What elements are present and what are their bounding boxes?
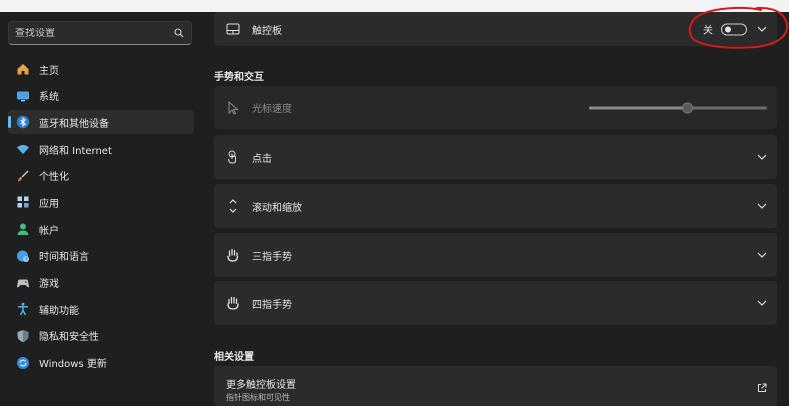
four-finger-icon	[226, 296, 240, 310]
sidebar-item-network[interactable]: 网络和 Internet	[8, 137, 194, 161]
cursor-speed-slider[interactable]	[589, 102, 767, 113]
sidebar-item-label: 隐私和安全性	[39, 332, 99, 344]
scroll-zoom-label: 滚动和缩放	[252, 202, 302, 214]
nav-list: 主页 系统 蓝牙和其他设备 网络和 Internet 个性化 应用 帐户 时间和…	[8, 57, 194, 377]
sidebar-item-label: 辅助功能	[39, 305, 79, 317]
touchpad-toggle-group: 关	[703, 22, 747, 37]
sync-icon	[16, 356, 30, 370]
tap-card[interactable]: 点击	[214, 135, 777, 179]
home-icon	[16, 62, 30, 76]
sidebar-item-label: Windows 更新	[39, 359, 107, 371]
gamepad-icon	[16, 276, 30, 290]
cursor-speed-label: 光标速度	[252, 104, 292, 115]
sidebar-item-bluetooth[interactable]: 蓝牙和其他设备	[8, 110, 194, 135]
chevron-down-icon[interactable]	[757, 201, 767, 211]
section-title-gestures: 手势和交互	[214, 72, 264, 83]
main-content: 触控板 关 手势和交互 光标速度 点击 滚动和缩放 三指手势 四指手势 相关设置…	[202, 12, 789, 406]
sidebar-item-windows-update[interactable]: Windows 更新	[8, 351, 194, 375]
related-text: 更多触控板设置 指针图标和可见性	[226, 376, 296, 403]
toggle-state-label: 关	[703, 25, 713, 37]
three-finger-label: 三指手势	[252, 251, 292, 263]
section-title-related: 相关设置	[214, 352, 254, 363]
brush-icon	[16, 169, 30, 183]
sidebar-item-system[interactable]: 系统	[8, 84, 194, 108]
shield-icon	[16, 329, 30, 343]
related-title: 更多触控板设置	[226, 380, 296, 391]
search-input[interactable]	[15, 27, 173, 39]
search-box[interactable]	[8, 21, 192, 45]
related-subtitle: 指针图标和可见性	[226, 393, 290, 402]
four-finger-label: 四指手势	[252, 299, 292, 311]
toggle-knob	[725, 26, 731, 32]
chevron-down-icon[interactable]	[757, 298, 767, 308]
sidebar-item-label: 应用	[39, 198, 59, 210]
sidebar-item-label: 帐户	[39, 225, 59, 237]
sidebar: 主页 系统 蓝牙和其他设备 网络和 Internet 个性化	[0, 12, 202, 400]
sidebar-item-time-language[interactable]: 时间和语言	[8, 244, 194, 268]
chevron-down-icon[interactable]	[757, 152, 767, 162]
sidebar-item-label: 个性化	[39, 172, 69, 184]
person-icon	[16, 222, 30, 236]
sidebar-item-apps[interactable]: 应用	[8, 190, 194, 214]
tap-label: 点击	[252, 153, 272, 165]
sidebar-item-accessibility[interactable]: 辅助功能	[8, 297, 194, 321]
three-finger-icon	[226, 248, 240, 262]
wifi-icon	[16, 142, 30, 156]
sidebar-item-label: 系统	[39, 92, 59, 104]
touchpad-toggle[interactable]	[721, 23, 747, 35]
four-finger-card[interactable]: 四指手势	[214, 281, 777, 325]
sidebar-item-accounts[interactable]: 帐户	[8, 217, 194, 241]
globe-clock-icon	[16, 249, 30, 263]
sidebar-item-gaming[interactable]: 游戏	[8, 271, 194, 295]
cursor-icon	[226, 100, 240, 115]
touchpad-label: 触控板	[252, 25, 282, 37]
sidebar-item-label: 网络和 Internet	[39, 145, 112, 157]
external-link-icon[interactable]	[757, 383, 767, 393]
scroll-zoom-card[interactable]: 滚动和缩放	[214, 184, 777, 228]
more-touchpad-settings-link[interactable]: 更多触控板设置 指针图标和可见性	[214, 366, 777, 406]
apps-icon	[16, 195, 30, 209]
sidebar-item-personalization[interactable]: 个性化	[8, 164, 194, 188]
window-top-edge	[0, 0, 789, 12]
touchpad-icon	[226, 22, 240, 36]
slider-fill	[589, 106, 687, 109]
touchpad-card[interactable]: 触控板 关	[214, 12, 777, 46]
bluetooth-icon	[16, 115, 30, 129]
slider-thumb[interactable]	[681, 102, 693, 113]
three-finger-card[interactable]: 三指手势	[214, 233, 777, 277]
sidebar-item-label: 时间和语言	[39, 252, 89, 264]
tap-icon	[226, 150, 240, 164]
chevron-down-icon[interactable]	[757, 24, 767, 34]
sidebar-item-label: 主页	[39, 65, 59, 77]
sidebar-item-label: 游戏	[39, 279, 59, 290]
chevron-down-icon[interactable]	[757, 250, 767, 260]
sidebar-item-privacy[interactable]: 隐私和安全性	[8, 324, 194, 348]
sidebar-item-label: 蓝牙和其他设备	[39, 118, 109, 130]
scroll-icon	[226, 199, 240, 213]
cursor-speed-card: 光标速度	[214, 86, 777, 129]
search-icon[interactable]	[173, 27, 185, 39]
sidebar-item-home[interactable]: 主页	[8, 57, 194, 81]
monitor-icon	[16, 89, 30, 103]
accessibility-icon	[16, 302, 30, 316]
